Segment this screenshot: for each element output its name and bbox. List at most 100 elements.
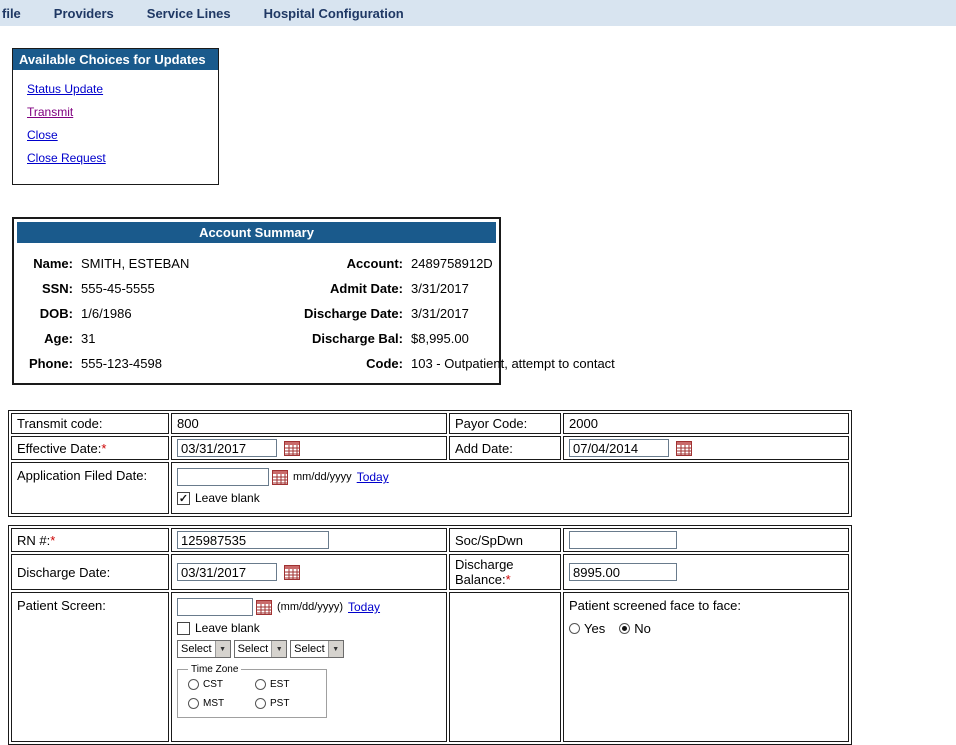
rn-number-input[interactable] — [177, 531, 329, 549]
discharge-date-label: Discharge Date: — [11, 554, 169, 590]
required-marker: * — [506, 572, 511, 587]
transmit-code-value: 800 — [171, 413, 447, 434]
chevron-down-icon: ▼ — [271, 641, 286, 657]
screened-option-yes[interactable]: Yes — [569, 621, 605, 636]
top-navbar: file Providers Service Lines Hospital Co… — [0, 0, 956, 26]
add-date-input[interactable] — [569, 439, 669, 457]
account-summary-title: Account Summary — [17, 222, 496, 243]
required-marker: * — [50, 533, 55, 548]
effective-date-label: Effective Date:* — [11, 436, 169, 460]
leave-blank-label: Leave blank — [195, 491, 260, 505]
summary-row: Phone: 555-123-4598 Code: 103 - Outpatie… — [17, 351, 496, 376]
available-choices-panel: Available Choices for Updates Status Upd… — [12, 48, 219, 185]
transmit-code-label: Transmit code: — [11, 413, 169, 434]
leave-blank-checkbox[interactable]: ✓ — [177, 622, 190, 635]
radio-cst[interactable] — [188, 679, 199, 690]
summary-row: Name: SMITH, ESTEBAN Account: 2489758912… — [17, 251, 496, 276]
account-summary-body: Name: SMITH, ESTEBAN Account: 2489758912… — [17, 243, 496, 380]
date-format-hint: (mm/dd/yyyy) — [277, 601, 343, 613]
summary-value: SMITH, ESTEBAN — [79, 256, 247, 271]
timezone-option-pst[interactable]: PST — [255, 698, 322, 709]
screened-option-no[interactable]: No — [619, 621, 651, 636]
radio-pst[interactable] — [255, 698, 266, 709]
discharge-balance-label: Discharge Balance:* — [449, 554, 561, 590]
summary-label: Account: — [253, 256, 403, 271]
today-link[interactable]: Today — [357, 470, 389, 484]
timezone-option-est[interactable]: EST — [255, 679, 322, 690]
screened-face-to-face-label: Patient screened face to face: — [569, 598, 843, 613]
summary-label: SSN: — [17, 281, 73, 296]
summary-value: $8,995.00 — [409, 331, 496, 346]
radio-mst[interactable] — [188, 698, 199, 709]
nav-item-hospital-configuration[interactable]: Hospital Configuration — [264, 6, 404, 21]
summary-value: 3/31/2017 — [409, 306, 496, 321]
select-dropdown-1[interactable]: Select ▼ — [177, 640, 231, 658]
leave-blank-label: Leave blank — [195, 621, 260, 635]
select-value: Select — [235, 641, 272, 657]
link-status-update[interactable]: Status Update — [27, 82, 218, 97]
application-filed-date-input[interactable] — [177, 468, 269, 486]
transmit-form-table: Transmit code: 800 Payor Code: 2000 Effe… — [8, 410, 852, 517]
select-value: Select — [178, 641, 215, 657]
summary-value: 1/6/1986 — [79, 306, 247, 321]
payor-code-value: 2000 — [563, 413, 849, 434]
summary-label: Discharge Bal: — [253, 331, 403, 346]
summary-label: Phone: — [17, 356, 73, 371]
calendar-icon[interactable] — [284, 565, 300, 580]
summary-value: 103 - Outpatient, attempt to contact — [409, 356, 615, 371]
radio-screened-no[interactable] — [619, 623, 630, 634]
summary-value: 3/31/2017 — [409, 281, 496, 296]
available-choices-title: Available Choices for Updates — [13, 49, 218, 70]
select-value: Select — [291, 641, 328, 657]
link-close-request[interactable]: Close Request — [27, 151, 218, 166]
link-transmit[interactable]: Transmit — [27, 105, 218, 120]
summary-value: 555-123-4598 — [79, 356, 247, 371]
empty-cell — [449, 592, 561, 742]
radio-est[interactable] — [255, 679, 266, 690]
radio-screened-yes[interactable] — [569, 623, 580, 634]
patient-screen-date-input[interactable] — [177, 598, 253, 616]
nav-item-service-lines[interactable]: Service Lines — [147, 6, 231, 21]
patient-form-table: RN #:* Soc/SpDwn Discharge Date: Dischar… — [8, 525, 852, 745]
add-date-label: Add Date: — [449, 436, 561, 460]
discharge-balance-input[interactable] — [569, 563, 677, 581]
summary-label: Age: — [17, 331, 73, 346]
checkmark-icon: ✓ — [179, 492, 188, 505]
time-zone-legend: Time Zone — [188, 664, 241, 675]
calendar-icon[interactable] — [272, 470, 288, 485]
rn-label: RN #:* — [11, 528, 169, 552]
soc-spdwn-input[interactable] — [569, 531, 677, 549]
leave-blank-checkbox[interactable]: ✓ — [177, 492, 190, 505]
calendar-icon[interactable] — [256, 600, 272, 615]
nav-item-file[interactable]: file — [2, 6, 21, 21]
account-summary-panel: Account Summary Name: SMITH, ESTEBAN Acc… — [12, 217, 501, 385]
effective-date-input[interactable] — [177, 439, 277, 457]
link-close[interactable]: Close — [27, 128, 218, 143]
today-link[interactable]: Today — [348, 600, 380, 614]
select-dropdown-3[interactable]: Select ▼ — [290, 640, 344, 658]
required-marker: * — [101, 441, 106, 456]
chevron-down-icon: ▼ — [215, 641, 230, 657]
summary-label: Name: — [17, 256, 73, 271]
timezone-option-cst[interactable]: CST — [188, 679, 255, 690]
nav-item-providers[interactable]: Providers — [54, 6, 114, 21]
soc-spdwn-label: Soc/SpDwn — [449, 528, 561, 552]
discharge-date-input[interactable] — [177, 563, 277, 581]
timezone-option-mst[interactable]: MST — [188, 698, 255, 709]
summary-label: DOB: — [17, 306, 73, 321]
calendar-icon[interactable] — [284, 441, 300, 456]
summary-row: Age: 31 Discharge Bal: $8,995.00 — [17, 326, 496, 351]
chevron-down-icon: ▼ — [328, 641, 343, 657]
select-dropdown-2[interactable]: Select ▼ — [234, 640, 288, 658]
payor-code-label: Payor Code: — [449, 413, 561, 434]
summary-row: DOB: 1/6/1986 Discharge Date: 3/31/2017 — [17, 301, 496, 326]
calendar-icon[interactable] — [676, 441, 692, 456]
summary-label: Discharge Date: — [253, 306, 403, 321]
summary-label: Admit Date: — [253, 281, 403, 296]
summary-value: 2489758912D — [409, 256, 496, 271]
available-choices-links: Status Update Transmit Close Close Reque… — [13, 70, 218, 184]
summary-value: 31 — [79, 331, 247, 346]
summary-value: 555-45-5555 — [79, 281, 247, 296]
patient-screen-label: Patient Screen: — [11, 592, 169, 742]
summary-label: Code: — [253, 356, 403, 371]
